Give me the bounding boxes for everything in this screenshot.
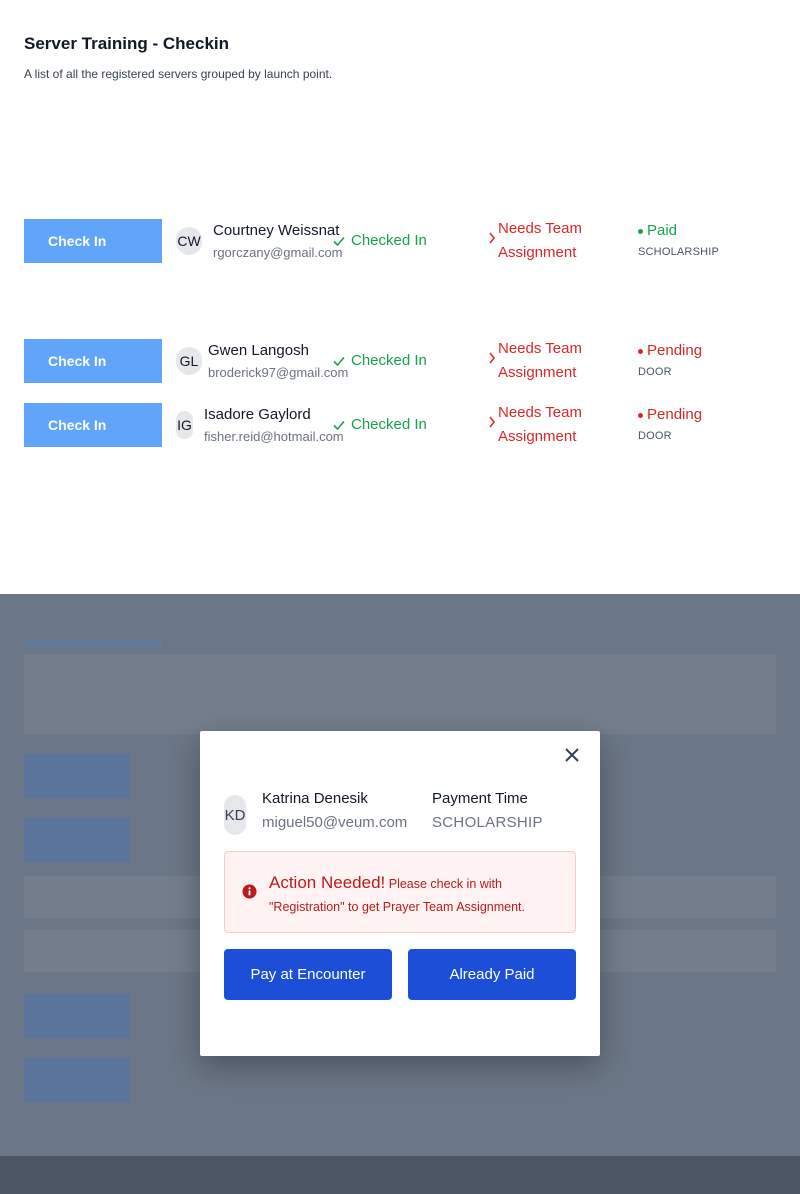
payment-type: DOOR xyxy=(638,430,672,442)
server-row: Check In GL Gwen Langosh broderick97@gma… xyxy=(24,339,784,383)
payment-status-label: Pending xyxy=(647,406,703,423)
page-subtitle: A list of all the registered servers gro… xyxy=(24,67,333,81)
checkin-status: Checked In xyxy=(332,352,427,369)
blurred-button xyxy=(24,818,130,862)
modal-server-name: Katrina Denesik xyxy=(262,790,368,807)
already-paid-button[interactable]: Already Paid xyxy=(408,949,576,1000)
checkin-status-label: Checked In xyxy=(351,352,427,369)
check-icon xyxy=(333,236,345,246)
payment-type: SCHOLARSHIP xyxy=(638,246,720,258)
server-name: Isadore Gaylord xyxy=(204,406,311,423)
blurred-button xyxy=(24,754,130,798)
status-dot xyxy=(638,412,643,418)
blurred-bar xyxy=(24,640,162,648)
avatar: IG xyxy=(176,411,193,439)
prayer-team-status[interactable]: Needs Team Assignment xyxy=(488,217,608,265)
server-row: Check In CW Courtney Weissnat rgorczany@… xyxy=(24,219,784,263)
payment-time-label: Payment Time xyxy=(432,790,528,807)
payment-time-value: SCHOLARSHIP xyxy=(432,814,543,831)
checkin-status-label: Checked In xyxy=(351,416,427,433)
avatar: CW xyxy=(176,227,202,255)
status-dot xyxy=(638,228,643,234)
prayer-line: Needs Team xyxy=(498,404,582,421)
chevron-right-icon xyxy=(489,416,495,428)
modal-server-email: miguel50@veum.com xyxy=(262,814,408,831)
server-name: Gwen Langosh xyxy=(208,342,309,359)
server-name: Courtney Weissnat xyxy=(213,222,340,239)
check-icon xyxy=(333,356,345,366)
prayer-line: Assignment xyxy=(498,364,577,381)
check-in-button[interactable]: Check In xyxy=(24,339,162,383)
checkin-page: Server Training - Checkin A list of all … xyxy=(0,0,800,1194)
prayer-line: Assignment xyxy=(498,428,577,445)
prayer-line: Needs Team xyxy=(498,340,582,357)
check-in-button[interactable]: Check In xyxy=(24,403,162,447)
payment-status-label: Paid xyxy=(647,222,678,239)
blurred-group-header xyxy=(24,654,776,734)
payment-status: Pending xyxy=(638,342,702,359)
page-title: Server Training - Checkin xyxy=(24,34,230,53)
info-circle-icon xyxy=(242,884,257,899)
alert-title: Action Needed! xyxy=(269,873,386,892)
checkin-modal: KD Katrina Denesik miguel50@veum.com Pay… xyxy=(200,731,600,1056)
blurred-button xyxy=(24,994,130,1038)
prayer-team-status[interactable]: Needs Team Assignment xyxy=(488,337,608,385)
payment-status: Pending xyxy=(638,406,702,423)
close-icon[interactable] xyxy=(564,747,580,763)
payment-status: Paid xyxy=(638,222,677,239)
status-dot xyxy=(638,348,643,354)
checkin-status-label: Checked In xyxy=(351,232,427,249)
chevron-right-icon xyxy=(489,232,495,244)
avatar: GL xyxy=(176,347,202,375)
server-row: Check In IG Isadore Gaylord fisher.reid@… xyxy=(24,403,784,447)
server-email: fisher.reid@hotmail.com xyxy=(204,429,344,444)
checkin-status: Checked In xyxy=(332,232,427,249)
alert-text: Action Needed! Please check in with "Reg… xyxy=(269,871,569,919)
server-email: rgorczany@gmail.com xyxy=(213,245,343,260)
check-in-button[interactable]: Check In xyxy=(24,219,162,263)
avatar: KD xyxy=(224,795,246,835)
action-needed-alert: Action Needed! Please check in with "Reg… xyxy=(224,851,576,933)
blurred-button xyxy=(24,1058,130,1102)
pay-at-encounter-button[interactable]: Pay at Encounter xyxy=(224,949,392,1000)
payment-type: DOOR xyxy=(638,366,672,378)
chevron-right-icon xyxy=(489,352,495,364)
prayer-line: Needs Team xyxy=(498,220,582,237)
check-icon xyxy=(333,420,345,430)
payment-status-label: Pending xyxy=(647,342,703,359)
taskbar xyxy=(0,1156,800,1194)
server-email: broderick97@gmail.com xyxy=(208,365,349,380)
checkin-status: Checked In xyxy=(332,416,427,433)
prayer-line: Assignment xyxy=(498,244,577,261)
prayer-team-status[interactable]: Needs Team Assignment xyxy=(488,401,608,449)
